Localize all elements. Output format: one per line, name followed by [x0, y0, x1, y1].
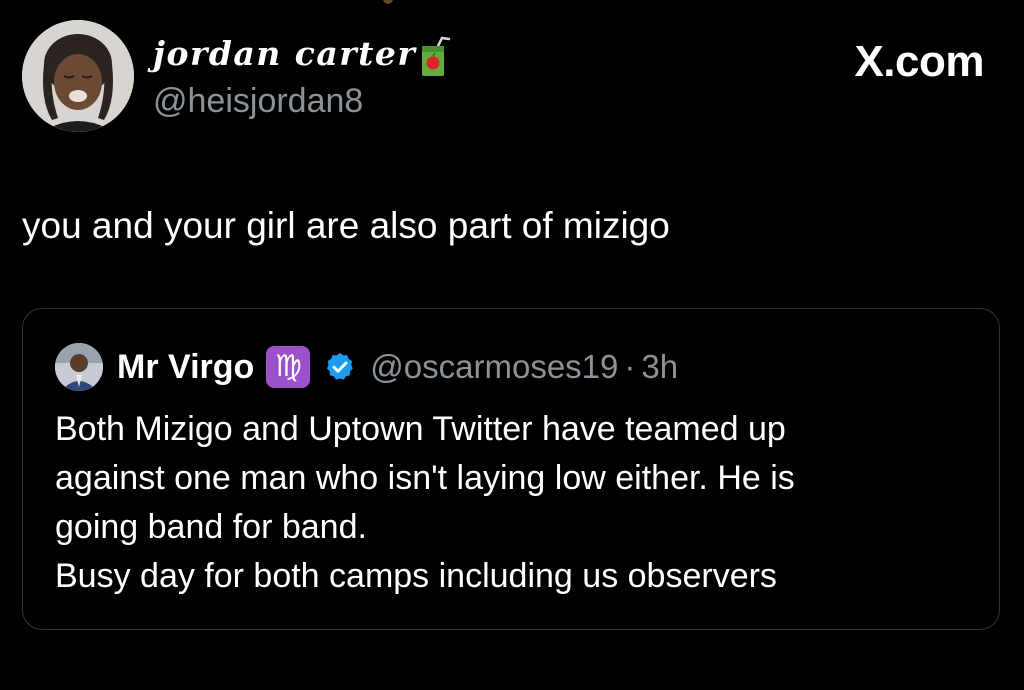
author-name[interactable]: jordan carter: [153, 32, 416, 76]
decorative-dot: [383, 0, 393, 4]
author-handle[interactable]: @heisjordan8: [153, 80, 363, 122]
quoted-tweet-header: Mr Virgo ♍ @oscarmoses19 · 3h: [117, 341, 678, 393]
quoted-text-line: against one man who isn't laying low eit…: [55, 459, 795, 497]
quoted-author-name[interactable]: Mr Virgo: [117, 348, 254, 387]
author-avatar[interactable]: [22, 20, 134, 132]
quoted-tweet-text: Both Mizigo and Uptown Twitter have team…: [55, 405, 985, 601]
header-separator: ·: [624, 348, 636, 385]
quoted-text-line: going band for band.: [55, 508, 367, 546]
quoted-text-line: Busy day for both camps including us obs…: [55, 557, 777, 595]
tweet-text: you and your girl are also part of mizig…: [22, 205, 670, 246]
x-brand-label: X.com: [854, 37, 984, 86]
quoted-text-line: Both Mizigo and Uptown Twitter have team…: [55, 410, 786, 448]
quoted-tweet-timestamp[interactable]: 3h: [641, 348, 678, 386]
verified-check-icon: [324, 351, 356, 383]
quoted-author-avatar[interactable]: [55, 343, 103, 391]
quoted-tweet-card[interactable]: Mr Virgo ♍ @oscarmoses19 · 3h Both Mizig…: [22, 308, 1000, 630]
virgo-zodiac-icon: ♍: [266, 346, 311, 388]
juice-box-icon: [416, 36, 452, 78]
quoted-author-handle[interactable]: @oscarmoses19: [370, 348, 618, 386]
tweet-card: jordan carter @heisjordan8 X.com you and…: [0, 0, 1024, 690]
